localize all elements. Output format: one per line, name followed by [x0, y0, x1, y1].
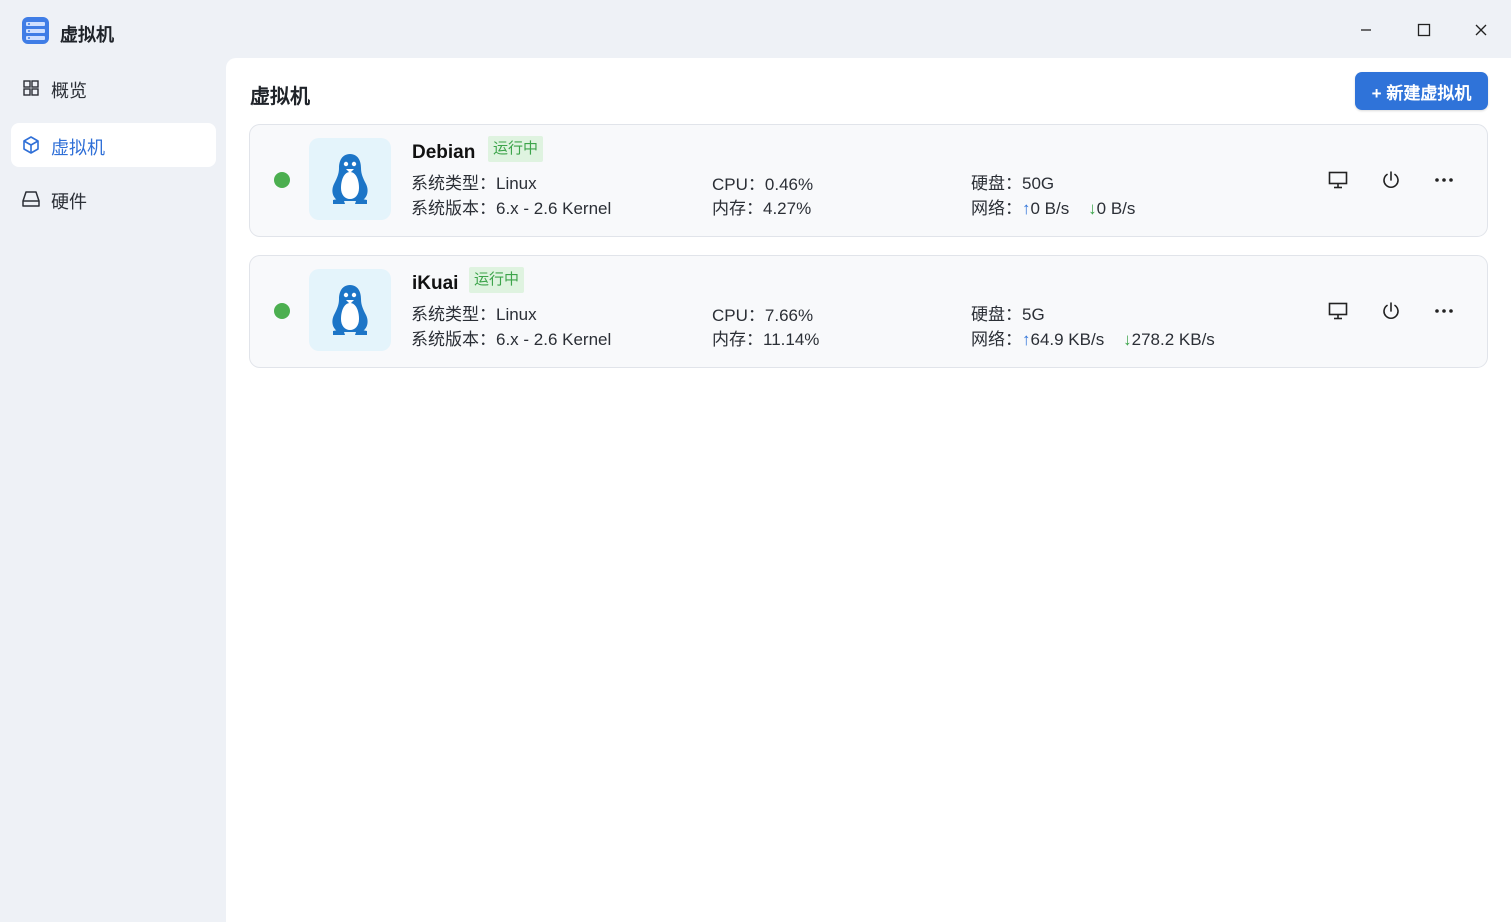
close-button[interactable]	[1463, 12, 1499, 48]
vm-name[interactable]: iKuai	[412, 273, 458, 295]
console-button[interactable]	[1325, 168, 1351, 192]
status-badge: 运行中	[488, 136, 544, 162]
cpu-label: CPU：	[712, 175, 765, 194]
os-type-label: 系统类型：	[411, 174, 496, 193]
network-row: 网络：↑0 B/s ↓0 B/s	[971, 194, 1135, 219]
sidebar-item-hardware[interactable]: 硬件	[11, 177, 216, 221]
power-button[interactable]	[1378, 168, 1404, 192]
power-button[interactable]	[1378, 299, 1404, 323]
cpu-row: CPU：0.46%	[712, 170, 813, 195]
disk-row: 硬盘：5G	[971, 300, 1045, 325]
linux-penguin-icon	[309, 138, 391, 220]
memory-row: 内存：4.27%	[712, 194, 811, 219]
os-version-row: 系统版本：6.x - 2.6 Kernel	[411, 194, 611, 219]
memory-label: 内存：	[712, 199, 763, 218]
drive-icon	[22, 191, 40, 207]
page-title: 虚拟机	[250, 86, 310, 108]
cpu-value: 7.66%	[764, 306, 814, 325]
memory-row: 内存：11.14%	[712, 325, 819, 350]
close-icon	[1475, 24, 1487, 36]
disk-label: 硬盘：	[971, 174, 1022, 193]
disk-label: 硬盘：	[971, 305, 1022, 324]
monitor-icon	[1328, 171, 1348, 189]
more-icon	[1435, 178, 1453, 182]
status-badge: 运行中	[469, 267, 525, 293]
monitor-icon	[1328, 302, 1348, 320]
cpu-row: CPU：7.66%	[712, 301, 813, 326]
net-up-value: 0 B/s	[1030, 199, 1070, 218]
sidebar-item-label: 虚拟机	[51, 138, 105, 158]
sidebar-item-label: 概览	[51, 81, 87, 101]
os-version-label: 系统版本：	[411, 199, 496, 218]
minimize-button[interactable]	[1348, 12, 1384, 48]
app-title: 虚拟机	[60, 25, 114, 45]
os-type-row: 系统类型：Linux	[411, 169, 537, 194]
main-panel: 虚拟机 + 新建虚拟机 Debian 运行中 系统类型：Linux 系统版本：6…	[226, 58, 1511, 922]
net-down-value: 278.2 KB/s	[1131, 330, 1215, 349]
os-type-row: 系统类型：Linux	[411, 300, 537, 325]
vm-card[interactable]: iKuai 运行中 系统类型：Linux 系统版本：6.x - 2.6 Kern…	[249, 255, 1488, 368]
maximize-icon	[1417, 23, 1431, 37]
vm-name[interactable]: Debian	[412, 142, 475, 164]
sidebar: 概览 虚拟机 硬件	[0, 60, 226, 922]
sidebar-item-overview[interactable]: 概览	[11, 66, 216, 110]
download-arrow-icon: ↓	[1123, 330, 1132, 349]
linux-penguin-icon	[309, 269, 391, 351]
os-version-value: 6.x - 2.6 Kernel	[496, 199, 612, 218]
memory-value: 11.14%	[763, 330, 820, 349]
upload-arrow-icon: ↑	[1022, 330, 1031, 349]
os-version-value: 6.x - 2.6 Kernel	[496, 330, 612, 349]
network-label: 网络：	[971, 199, 1022, 218]
more-button[interactable]	[1431, 168, 1457, 192]
maximize-button[interactable]	[1406, 12, 1442, 48]
upload-arrow-icon: ↑	[1022, 199, 1031, 218]
title-bar: 虚拟机	[0, 0, 1511, 60]
disk-value: 50G	[1022, 174, 1055, 193]
more-button[interactable]	[1431, 299, 1457, 323]
memory-label: 内存：	[712, 330, 763, 349]
cpu-value: 0.46%	[764, 175, 814, 194]
network-label: 网络：	[971, 330, 1022, 349]
disk-value: 5G	[1022, 305, 1045, 324]
power-icon	[1383, 302, 1399, 319]
cube-icon	[23, 136, 39, 154]
more-icon	[1435, 309, 1453, 313]
net-up-value: 64.9 KB/s	[1030, 330, 1105, 349]
server-icon	[22, 17, 49, 44]
sidebar-item-vms[interactable]: 虚拟机	[11, 123, 216, 167]
network-row: 网络：↑64.9 KB/s ↓278.2 KB/s	[971, 325, 1215, 350]
cpu-label: CPU：	[712, 306, 765, 325]
grid-icon	[23, 80, 39, 96]
net-down-value: 0 B/s	[1096, 199, 1136, 218]
os-type-value: Linux	[496, 305, 537, 324]
vm-card[interactable]: Debian 运行中 系统类型：Linux 系统版本：6.x - 2.6 Ker…	[249, 124, 1488, 237]
os-version-label: 系统版本：	[411, 330, 496, 349]
memory-value: 4.27%	[763, 199, 812, 218]
new-vm-button[interactable]: + 新建虚拟机	[1355, 72, 1488, 110]
os-type-value: Linux	[496, 174, 537, 193]
running-status-dot	[274, 172, 290, 188]
disk-row: 硬盘：50G	[971, 169, 1054, 194]
console-button[interactable]	[1325, 299, 1351, 323]
download-arrow-icon: ↓	[1088, 199, 1097, 218]
os-type-label: 系统类型：	[411, 305, 496, 324]
minimize-icon	[1361, 29, 1371, 31]
os-version-row: 系统版本：6.x - 2.6 Kernel	[411, 325, 611, 350]
running-status-dot	[274, 303, 290, 319]
sidebar-item-label: 硬件	[51, 192, 87, 212]
power-icon	[1383, 171, 1399, 188]
